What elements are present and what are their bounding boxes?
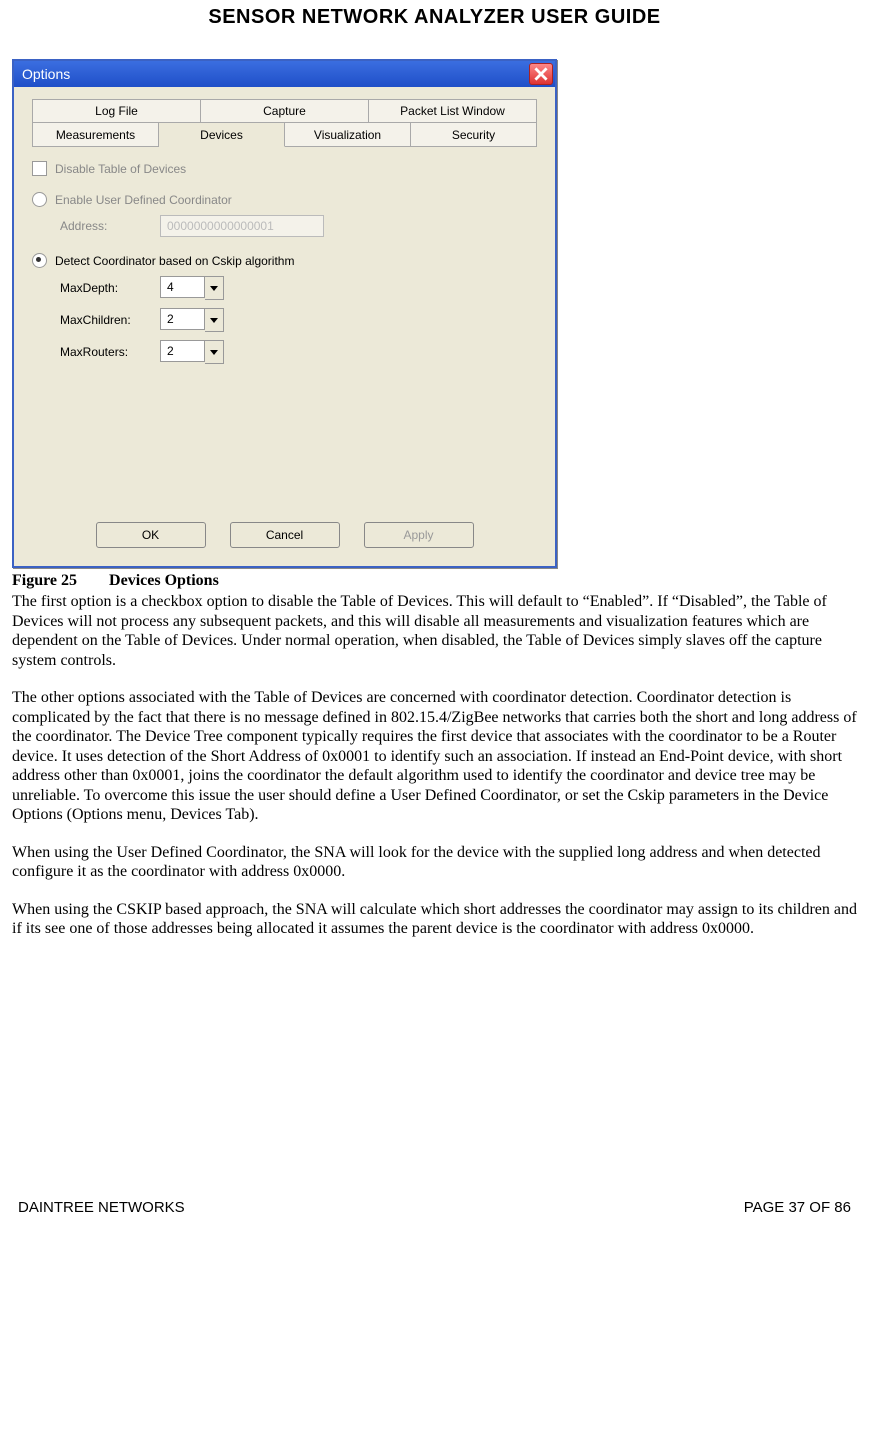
- cancel-button[interactable]: Cancel: [230, 522, 340, 548]
- enable-user-coordinator-radio[interactable]: [32, 192, 47, 207]
- detect-cskip-label: Detect Coordinator based on Cskip algori…: [55, 254, 294, 268]
- max-routers-label: MaxRouters:: [60, 345, 160, 359]
- max-routers-value: 2: [160, 340, 205, 362]
- dialog-title: Options: [22, 66, 70, 82]
- paragraph-1: The first option is a checkbox option to…: [12, 592, 857, 670]
- max-children-dropdown[interactable]: 2: [160, 308, 224, 332]
- tab-strip: Log File Capture Packet List Window Meas…: [32, 99, 537, 147]
- chevron-down-icon: [205, 308, 224, 332]
- apply-button[interactable]: Apply: [364, 522, 474, 548]
- chevron-down-icon: [205, 276, 224, 300]
- max-children-value: 2: [160, 308, 205, 330]
- figure-number: Figure 25: [12, 572, 77, 589]
- options-dialog: Options Log File Capture Packet List Win…: [12, 59, 557, 568]
- max-depth-dropdown[interactable]: 4: [160, 276, 224, 300]
- enable-user-coordinator-label: Enable User Defined Coordinator: [55, 193, 232, 207]
- tab-log-file[interactable]: Log File: [32, 99, 201, 123]
- dialog-titlebar: Options: [14, 61, 555, 87]
- paragraph-3: When using the User Defined Coordinator,…: [12, 843, 857, 882]
- figure-caption: Figure 25 Devices Options: [12, 572, 857, 590]
- tab-capture[interactable]: Capture: [201, 99, 369, 123]
- disable-table-label: Disable Table of Devices: [55, 162, 186, 176]
- max-children-label: MaxChildren:: [60, 313, 160, 327]
- ok-button[interactable]: OK: [96, 522, 206, 548]
- address-label: Address:: [60, 219, 160, 233]
- tab-packet-list-window[interactable]: Packet List Window: [369, 99, 537, 123]
- max-depth-value: 4: [160, 276, 205, 298]
- paragraph-4: When using the CSKIP based approach, the…: [12, 900, 857, 939]
- close-icon: [534, 67, 548, 81]
- max-routers-dropdown[interactable]: 2: [160, 340, 224, 364]
- disable-table-checkbox[interactable]: [32, 161, 47, 176]
- footer-page-number: PAGE 37 OF 86: [744, 1199, 851, 1216]
- detect-cskip-radio[interactable]: [32, 253, 47, 268]
- document-title: SENSOR NETWORK ANALYZER USER GUIDE: [12, 6, 857, 29]
- tab-security[interactable]: Security: [411, 123, 537, 147]
- address-input[interactable]: 0000000000000001: [160, 215, 324, 237]
- paragraph-2: The other options associated with the Ta…: [12, 688, 857, 825]
- tab-visualization[interactable]: Visualization: [285, 123, 411, 147]
- footer-company: DAINTREE NETWORKS: [18, 1199, 185, 1216]
- tab-devices[interactable]: Devices: [159, 123, 285, 147]
- close-button[interactable]: [529, 63, 553, 85]
- page-footer: DAINTREE NETWORKS PAGE 37 OF 86: [12, 1199, 857, 1230]
- figure-title: Devices Options: [109, 572, 219, 589]
- max-depth-label: MaxDepth:: [60, 281, 160, 295]
- chevron-down-icon: [205, 340, 224, 364]
- tab-measurements[interactable]: Measurements: [32, 123, 159, 147]
